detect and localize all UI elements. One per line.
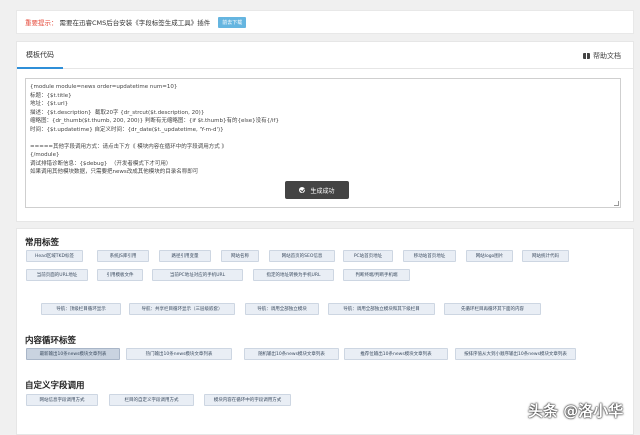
notice-bar: 重要提示： 需要在迅睿CMS后台安装《字段标签生成工具》插件 前去下载: [16, 10, 634, 34]
notice-text: 需要在迅睿CMS后台安装《字段标签生成工具》插件: [59, 19, 211, 27]
code-line: {module module=news order=updatetime num…: [30, 84, 178, 90]
code-line: =====其他字段调用方式：请点击下方《 模块内容在循环中的字段调用方式 》: [30, 143, 228, 150]
tag-button[interactable]: 栏目的自定义字段调用方式: [109, 394, 194, 406]
tag-button[interactable]: 网站统计代码: [522, 250, 569, 262]
tag-button[interactable]: 当前PC地址对应的手机URL: [152, 269, 243, 281]
section-title-custom: 自定义字段调用: [25, 381, 85, 391]
tag-button[interactable]: 移动站首页地址: [403, 250, 456, 262]
tag-button[interactable]: 先循环栏目再循环其下面的内容: [444, 303, 541, 315]
tag-button[interactable]: 导航：调用全部独立模块和其下级栏目: [328, 303, 435, 315]
tag-button[interactable]: 指定的地址转换为手机URL: [253, 269, 334, 281]
tag-button[interactable]: 引用模板文件: [97, 269, 143, 281]
tag-button[interactable]: 网站logo图片: [466, 250, 513, 262]
generate-button[interactable]: 生成成功: [285, 181, 349, 199]
tag-button[interactable]: 网站信息字段调用方式: [26, 394, 98, 406]
tag-button[interactable]: 网站首页的SEO信息: [269, 250, 335, 262]
code-line: 如果调用其他模块数据，只需要把news改成其他模块的目录名称即可: [30, 169, 199, 175]
tag-button[interactable]: PC站首页地址: [343, 250, 393, 262]
tag-button[interactable]: 按排序值从大到小顺序输出10条news模块文章列表: [455, 348, 576, 360]
tab-template-code[interactable]: 模板代码: [17, 42, 63, 69]
section-title-content: 内容循环标签: [25, 336, 77, 346]
tag-button[interactable]: Head区域TKD标签: [26, 250, 83, 262]
code-line: {/module}: [30, 152, 60, 158]
book-icon: [583, 52, 590, 59]
code-line: 地址：{$t.url}: [30, 101, 69, 107]
tag-button[interactable]: 当前页面的URL地址: [26, 269, 88, 281]
tag-button[interactable]: 热门输出10条news模块文章列表: [126, 348, 232, 360]
help-doc-label: 帮助文档: [593, 51, 621, 60]
notice-warning-label: 重要提示：: [25, 19, 58, 27]
panel-header: 模板代码 帮助文档: [17, 42, 633, 69]
watermark: 头条 @洛小华: [528, 402, 624, 420]
tag-button[interactable]: 模块内容在循环中的字段调用方式: [204, 394, 291, 406]
code-line: 时间：{$t.updatetime} 自定义时间：{dr_date($t._up…: [30, 126, 224, 133]
tag-button[interactable]: 网站名称: [221, 250, 259, 262]
tag-button[interactable]: 随机输出10条news模块文章列表: [244, 348, 339, 360]
tag-button[interactable]: 路径引用变量: [159, 250, 211, 262]
tag-button[interactable]: 导航：顶级栏目循环显示: [41, 303, 121, 315]
check-circle-icon: [299, 187, 306, 193]
tag-button[interactable]: 导航：共享栏目循环显示（三层级嵌套）: [129, 303, 235, 315]
download-button[interactable]: 前去下载: [218, 16, 247, 28]
generate-label: 生成成功: [310, 187, 335, 195]
tag-button[interactable]: 判断终端/判断手机端: [343, 269, 410, 281]
tag-button[interactable]: 系统JS库引用: [97, 250, 149, 262]
help-doc-link[interactable]: 帮助文档: [583, 42, 621, 69]
code-line: 描述：{$t.description} 截取20字 {dr_strcut($t.…: [30, 109, 205, 116]
section-title-common: 常用标签: [25, 238, 60, 248]
code-line: 标题：{$t.title}: [30, 92, 72, 99]
tag-button[interactable]: 导航：调用全部独立模块: [245, 303, 319, 315]
tag-button[interactable]: 最新输出10条news模块文章列表: [26, 348, 120, 360]
tag-button[interactable]: 推荐位输出10条news模块文章列表: [344, 348, 448, 360]
textarea-resize-handle[interactable]: [614, 201, 619, 206]
code-line: 缩略图：{dr_thumb($t.thumb, 200, 200)} 判断有无缩…: [30, 118, 279, 124]
code-line: 调试排错诊断信息：{$debug} （开发者模式下才可用）: [30, 160, 172, 167]
